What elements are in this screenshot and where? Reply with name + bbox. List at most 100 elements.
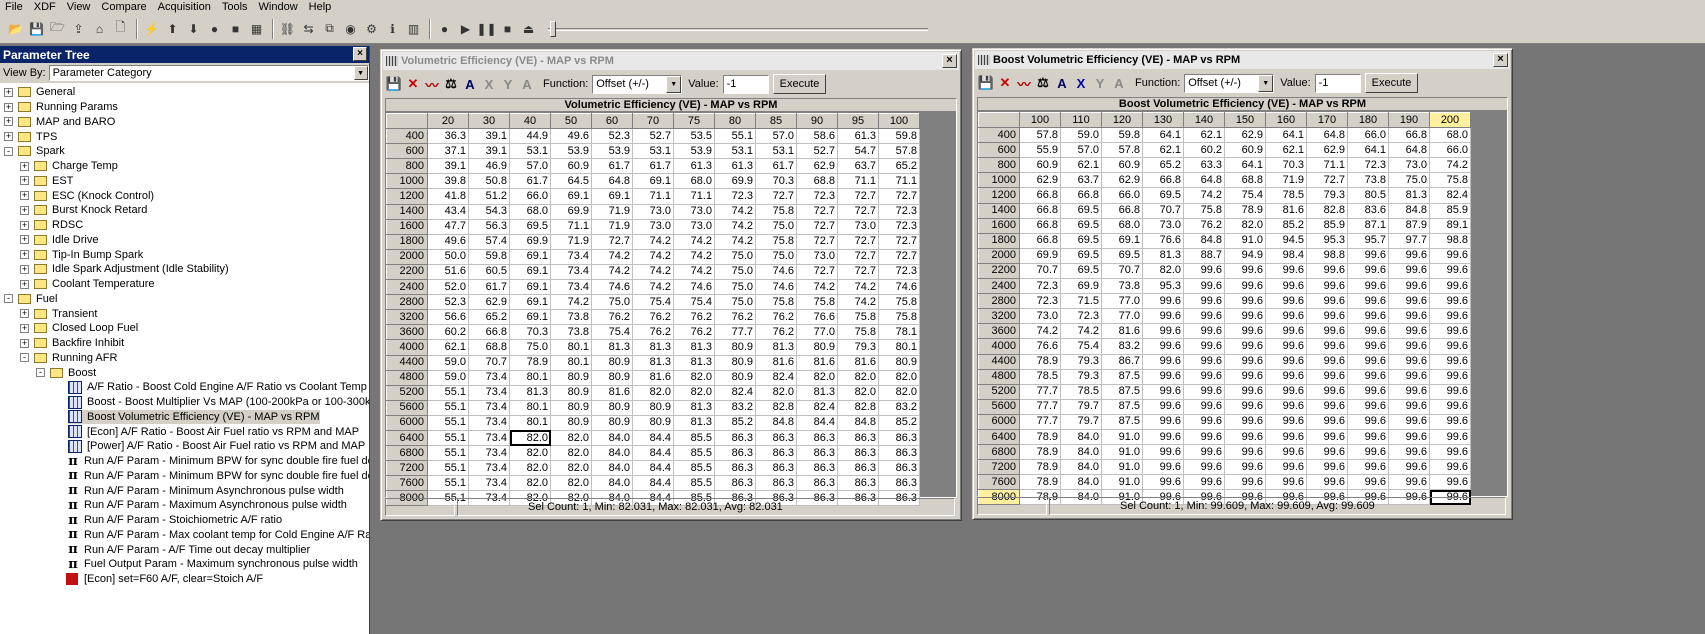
table-cell[interactable]: 84.4 [632,429,674,447]
table-cell[interactable]: 64.8 [1183,172,1225,189]
table-cell[interactable]: 80.9 [550,414,592,431]
table-cell[interactable]: 59.0 [427,354,469,371]
table-cell[interactable]: 94.9 [1224,247,1266,264]
table-cell[interactable]: 99.6 [1142,308,1184,325]
table-cell[interactable]: 68.0 [673,173,715,190]
table-cell[interactable]: 86.3 [755,475,797,492]
table-cell[interactable]: 99.6 [1347,444,1389,461]
table-cell[interactable]: 99.6 [1388,459,1430,476]
table-cell[interactable]: 72.7 [755,188,797,205]
table-cell[interactable]: 80.1 [509,414,551,431]
tree-item[interactable]: + MAP and BARO [4,115,115,130]
table-cell[interactable]: 72.7 [837,188,879,205]
smooth-icon[interactable]: Y [1091,74,1109,92]
menu-acquisition[interactable]: Acquisition [153,1,217,13]
connect-icon[interactable]: ⛓ [278,19,297,38]
table-cell[interactable]: 57.0 [509,158,551,175]
row-header[interactable]: 1200 [386,188,428,205]
table-cell[interactable]: 78.1 [878,324,920,341]
column-header[interactable]: 30 [468,112,510,130]
table-cell[interactable]: 99.6 [1183,262,1225,280]
table-cell[interactable]: 73.4 [468,414,510,431]
expand-icon[interactable]: + [20,176,29,186]
table-cell[interactable]: 99.6 [1388,247,1430,264]
text-icon[interactable]: A [518,75,536,93]
close-icon[interactable]: × [1493,53,1508,67]
table-cell[interactable]: 99.6 [1224,323,1266,340]
interpolate-icon[interactable]: A [1053,74,1071,92]
table-cell[interactable]: 66.8 [1060,187,1102,204]
table-cell[interactable]: 99.6 [1265,428,1307,446]
table-cell[interactable]: 75.0 [755,248,797,265]
table-cell[interactable]: 99.6 [1388,444,1430,461]
table-cell[interactable]: 39.1 [468,143,510,160]
execute-button[interactable]: Execute [1364,73,1419,93]
table-cell[interactable]: 74.2 [632,263,674,281]
table-cell[interactable]: 69.1 [591,188,633,205]
table-cell[interactable]: 82.0 [1224,217,1266,234]
play-icon[interactable]: ▶ [456,19,475,38]
table-cell[interactable]: 99.6 [1183,383,1225,400]
table-cell[interactable]: 80.9 [632,399,674,416]
pause-icon[interactable]: ❚❚ [476,19,496,38]
table-cell[interactable]: 74.2 [632,279,674,296]
table-cell[interactable]: 44.9 [509,128,551,145]
table-cell[interactable]: 99.6 [1183,444,1225,461]
table-cell[interactable]: 95.3 [1142,278,1184,295]
table-cell[interactable]: 64.1 [1347,142,1389,159]
table-cell[interactable]: 72.7 [796,263,838,281]
table-cell[interactable]: 99.6 [1265,413,1307,430]
table-cell[interactable]: 91.0 [1101,428,1143,446]
table-cell[interactable]: 99.6 [1388,323,1430,340]
save-icon[interactable]: 💾 [977,74,995,92]
table-cell[interactable]: 57.8 [878,143,920,160]
table-cell[interactable]: 65.2 [1142,157,1184,174]
table-cell[interactable]: 84.0 [591,429,633,447]
table-cell[interactable]: 75.8 [1429,172,1471,189]
table-cell[interactable]: 86.3 [796,460,838,477]
table-cell[interactable]: 87.9 [1388,217,1430,234]
table-cell[interactable]: 74.2 [673,233,715,250]
table-cell[interactable]: 62.9 [468,294,510,311]
table-cell[interactable]: 64.1 [1224,157,1266,174]
table-cell[interactable]: 74.6 [755,279,797,296]
table-cell[interactable]: 72.7 [1306,172,1348,189]
table-cell[interactable]: 91.0 [1101,474,1143,491]
table-cell[interactable]: 80.9 [591,354,633,371]
table-cell[interactable]: 61.7 [591,158,633,175]
table-cell[interactable]: 64.1 [1142,127,1184,144]
table-cell[interactable]: 78.5 [1265,187,1307,204]
table-cell[interactable]: 75.8 [878,309,920,326]
table-cell[interactable]: 83.2 [1101,338,1143,355]
column-header[interactable]: 120 [1101,111,1143,129]
table-cell[interactable]: 70.7 [468,354,510,371]
table-cell[interactable]: 72.3 [1060,308,1102,325]
row-header[interactable]: 2400 [386,279,428,296]
table-cell[interactable]: 80.9 [591,399,633,416]
row-header[interactable]: 3200 [978,308,1020,325]
table-cell[interactable]: 75.4 [1060,338,1102,355]
table-cell[interactable]: 99.6 [1306,474,1348,491]
table-cell[interactable]: 72.7 [878,188,920,205]
table-cell[interactable]: 99.6 [1347,428,1389,446]
table-cell[interactable]: 97.7 [1388,232,1430,249]
table-cell[interactable]: 99.6 [1429,413,1471,430]
row-header[interactable]: 3200 [386,309,428,326]
table-cell[interactable]: 68.8 [1224,172,1266,189]
table-cell[interactable]: 75.8 [1183,202,1225,219]
table-cell[interactable]: 84.8 [755,414,797,431]
table-cell[interactable]: 80.1 [550,354,592,371]
table-cell[interactable]: 52.3 [427,294,469,311]
table-cell[interactable]: 86.3 [755,429,797,447]
table-cell[interactable]: 62.9 [1019,172,1061,189]
table-cell[interactable]: 99.6 [1183,368,1225,385]
chevron-down-icon[interactable]: ▼ [666,75,682,93]
table-cell[interactable]: 49.6 [550,128,592,145]
playback-slider[interactable] [548,20,928,38]
tree-item[interactable]: + Tip-In Bump Spark [20,247,143,262]
table-cell[interactable]: 69.1 [509,263,551,281]
table-cell[interactable]: 99.6 [1224,308,1266,325]
smooth-icon[interactable]: Y [499,75,517,93]
column-header[interactable]: 60 [591,112,633,130]
table-cell[interactable]: 51.2 [468,188,510,205]
